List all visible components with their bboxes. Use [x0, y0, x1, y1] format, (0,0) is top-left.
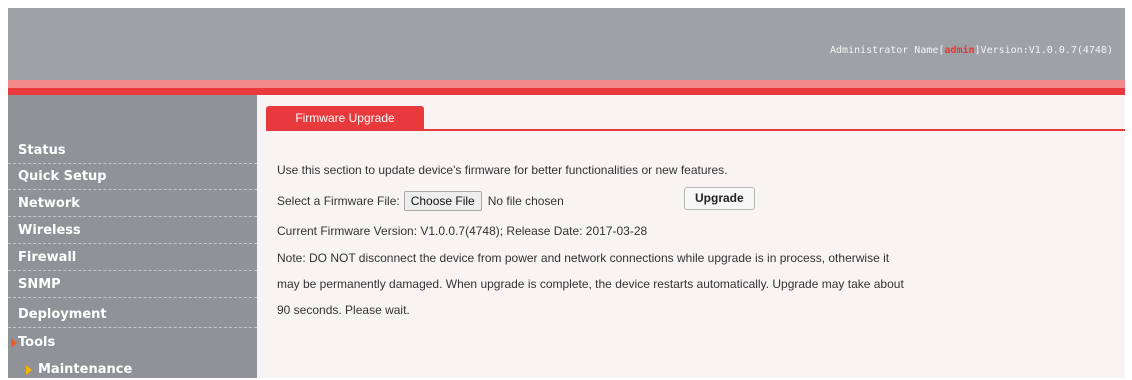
sidebar-item-firewall[interactable]: Firewall — [8, 245, 257, 271]
sidebar-item-label: Firewall — [18, 250, 77, 265]
sidebar-subitem-maintenance[interactable]: Maintenance — [8, 360, 257, 380]
admin-prefix: Administrator Name[ — [830, 45, 945, 56]
sidebar-item-label: Wireless — [18, 223, 81, 238]
sidebar-item-label: Status — [18, 143, 66, 158]
note-line-3: 90 seconds. Please wait. — [277, 303, 410, 317]
sidebar-item-status[interactable]: Status — [8, 138, 257, 164]
firmware-version-label: Version:V1.0.0.7(4748) — [980, 45, 1113, 56]
sidebar-item-label: Network — [18, 196, 80, 211]
sidebar-item-wireless[interactable]: Wireless — [8, 218, 257, 244]
sidebar-item-label: Deployment — [18, 307, 107, 322]
sidebar-item-label: Quick Setup — [18, 169, 107, 184]
intro-text: Use this section to update device's firm… — [277, 163, 728, 177]
sidebar-item-label: Tools — [18, 335, 56, 350]
bullet-arrow-icon — [26, 365, 32, 375]
tab-firmware-upgrade[interactable]: Firmware Upgrade — [266, 106, 424, 131]
file-status-text: No file chosen — [487, 194, 564, 208]
choose-file-button[interactable]: Choose File — [403, 191, 482, 211]
sidebar-item-quick-setup[interactable]: Quick Setup — [8, 164, 257, 190]
file-select-row: Select a Firmware File: Choose File No fil… — [277, 187, 755, 211]
upgrade-button[interactable]: Upgrade — [684, 187, 755, 210]
sidebar: Status Quick Setup Network Wireless Fire… — [8, 95, 257, 378]
admin-info: Administrator Name[admin]Version:V1.0.0.… — [830, 45, 1113, 56]
note-line-1: Note: DO NOT disconnect the device from … — [277, 251, 890, 265]
sidebar-item-snmp[interactable]: SNMP — [8, 272, 257, 298]
current-firmware-version: Current Firmware Version: V1.0.0.7(4748)… — [277, 224, 648, 238]
sidebar-item-label: SNMP — [18, 277, 61, 292]
header-bar: Administrator Name[admin]Version:V1.0.0.… — [8, 8, 1125, 80]
header-accent-bar — [8, 88, 1125, 95]
sidebar-item-tools[interactable]: Tools — [8, 330, 257, 356]
header-accent-light — [8, 80, 1125, 88]
admin-username: admin — [944, 45, 975, 56]
note-line-2: may be permanently damaged. When upgrade… — [277, 277, 904, 291]
expand-arrow-icon — [11, 338, 17, 348]
main-content: Firmware Upgrade Use this section to upd… — [257, 95, 1125, 378]
sidebar-item-deployment[interactable]: Deployment — [8, 302, 257, 328]
sidebar-item-network[interactable]: Network — [8, 191, 257, 217]
file-select-label: Select a Firmware File: — [277, 194, 400, 208]
sidebar-subitem-label: Maintenance — [38, 362, 133, 377]
